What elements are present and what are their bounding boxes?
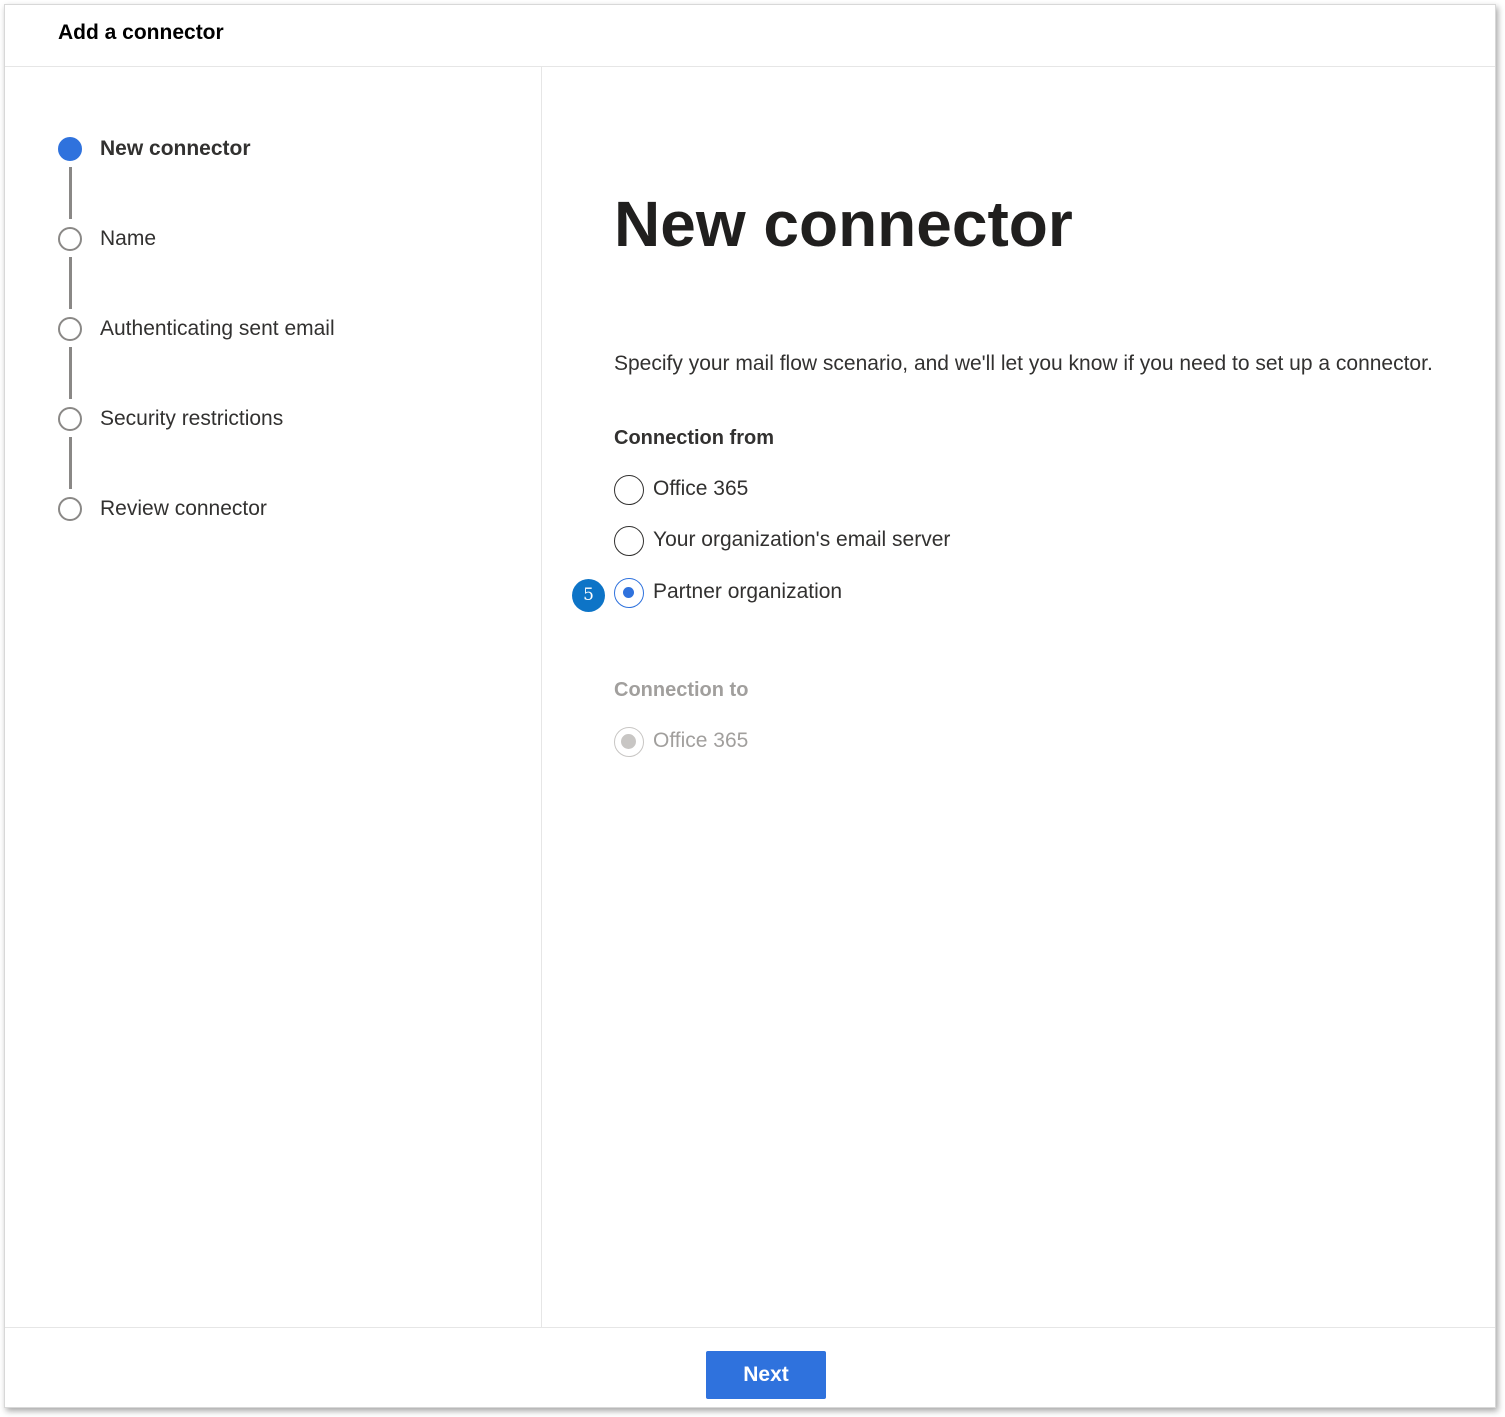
- next-button[interactable]: Next: [706, 1351, 826, 1399]
- radio-label[interactable]: Your organization's email server: [653, 528, 950, 552]
- step-label: Name: [100, 227, 157, 250]
- connection-to-label: Connection to: [614, 679, 749, 701]
- wizard-steps: New connector Name Authenticating sent e…: [5, 67, 542, 1327]
- radio-label[interactable]: Office 365: [653, 477, 748, 501]
- step-label: New connector: [100, 137, 251, 160]
- description-text: Specify your mail flow scenario, and we'…: [614, 352, 1433, 375]
- connection-from-label: Connection from: [614, 427, 774, 449]
- radio-button-disabled: [614, 727, 644, 757]
- radio-label: Office 365: [653, 729, 749, 752]
- step-current-indicator: [58, 137, 82, 161]
- add-connector-dialog: Add a connector New connector Name Authe…: [4, 4, 1496, 1408]
- dialog-footer: Next: [5, 1327, 1495, 1407]
- dialog-title: Add a connector: [58, 21, 224, 44]
- page-title: New connector: [614, 188, 1073, 260]
- step-pending-indicator: [58, 227, 82, 251]
- main-panel: New connector Specify your mail flow sce…: [542, 67, 1495, 1327]
- radio-button-selected[interactable]: [614, 578, 644, 608]
- step-connector-line: [69, 167, 72, 219]
- dialog-header: Add a connector: [5, 5, 1495, 67]
- step-connector-line: [69, 347, 72, 399]
- step-pending-indicator: [58, 407, 82, 431]
- radio-label[interactable]: Partner organization: [653, 580, 842, 604]
- step-connector-line: [69, 257, 72, 309]
- step-label: Authenticating sent email: [100, 317, 335, 340]
- radio-button[interactable]: [614, 526, 644, 556]
- step-callout-badge: 5: [572, 579, 605, 612]
- step-connector-line: [69, 437, 72, 489]
- radio-button[interactable]: [614, 475, 644, 505]
- step-pending-indicator: [58, 497, 82, 521]
- step-label: Security restrictions: [100, 407, 284, 430]
- step-label: Review connector: [100, 497, 267, 520]
- step-pending-indicator: [58, 317, 82, 341]
